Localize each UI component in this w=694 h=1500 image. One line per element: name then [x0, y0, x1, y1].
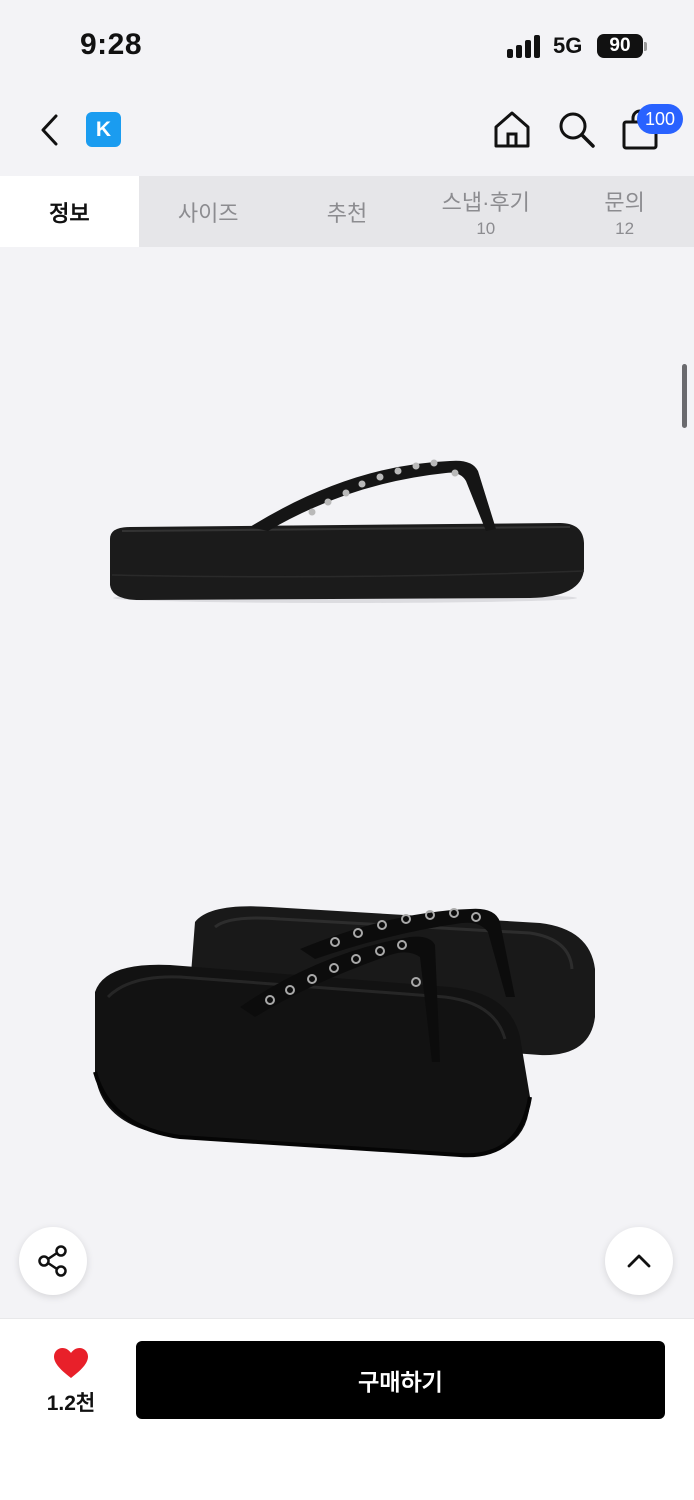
scroll-to-top-button[interactable]: [605, 1227, 673, 1295]
share-icon: [38, 1245, 67, 1277]
brand-logo[interactable]: K: [86, 112, 121, 147]
tab-size[interactable]: 사이즈: [139, 176, 278, 247]
signal-icon: [507, 34, 543, 58]
product-image-pair: [93, 906, 595, 1158]
tab-label: 문의: [604, 189, 645, 215]
share-button[interactable]: [19, 1227, 87, 1295]
tab-reviews[interactable]: 스냅·후기 10: [416, 176, 555, 247]
product-tabs: 정보 사이즈 추천 스냅·후기 10 문의 12: [0, 176, 694, 247]
tab-label: 정보: [49, 200, 90, 226]
top-nav: K: [0, 90, 694, 176]
back-icon[interactable]: [32, 110, 68, 150]
search-icon[interactable]: [555, 108, 597, 150]
tab-count: 12: [615, 218, 635, 238]
battery-icon: 90: [597, 34, 643, 58]
status-time: 9:28: [80, 28, 143, 61]
heart-icon: [54, 1348, 88, 1378]
tab-info[interactable]: 정보: [0, 176, 139, 247]
tab-label: 스냅·후기: [441, 189, 530, 215]
product-image-side: [110, 459, 585, 603]
scroll-indicator[interactable]: [682, 364, 687, 428]
home-icon[interactable]: [491, 108, 533, 150]
cart-count-badge: 100: [637, 104, 683, 134]
status-bar: 9:28 5G 90: [0, 0, 694, 90]
tab-count: 10: [476, 218, 496, 238]
tab-recommend[interactable]: 추천: [278, 176, 417, 247]
like-button[interactable]: 1.2천: [36, 1347, 106, 1417]
bottom-action-bar: 1.2천 구매하기: [0, 1318, 694, 1500]
tab-label: 사이즈: [177, 200, 239, 226]
tab-label: 추천: [326, 200, 368, 226]
product-detail-content: [0, 247, 694, 1318]
network-label: 5G: [553, 33, 583, 58]
chevron-up-icon: [627, 1254, 651, 1268]
buy-button[interactable]: 구매하기: [136, 1341, 665, 1419]
battery-tip: [644, 42, 647, 51]
like-count: 1.2천: [46, 1392, 96, 1415]
tab-inquiry[interactable]: 문의 12: [555, 176, 694, 247]
